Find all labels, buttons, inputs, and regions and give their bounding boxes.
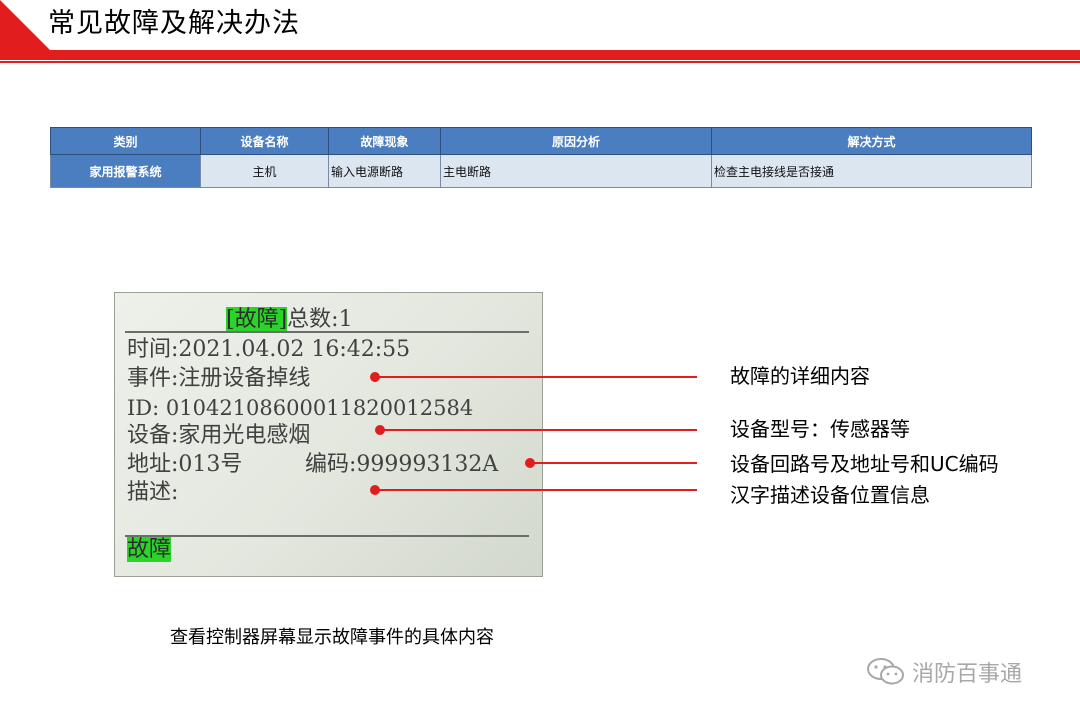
image-caption: 查看控制器屏幕显示故障事件的具体内容: [170, 627, 494, 648]
annotation-loop-address-code: 设备回路号及地址号和UC编码: [730, 452, 999, 476]
annotation-lines: [370, 372, 697, 495]
annotation-location-desc: 汉字描述设备位置信息: [730, 483, 930, 507]
wechat-icon: [867, 658, 904, 685]
annotation-dot-event: [370, 372, 380, 382]
brand-name: 消防百事通: [912, 662, 1023, 687]
annotation-dot-desc: [370, 485, 380, 495]
annotation-device-model: 设备型号：传感器等: [730, 417, 910, 441]
annotation-event-detail: 故障的详细内容: [730, 364, 870, 388]
annotation-dot-code: [525, 458, 535, 468]
brand-watermark: 消防百事通: [866, 656, 1022, 688]
annotation-dot-device: [375, 425, 385, 435]
